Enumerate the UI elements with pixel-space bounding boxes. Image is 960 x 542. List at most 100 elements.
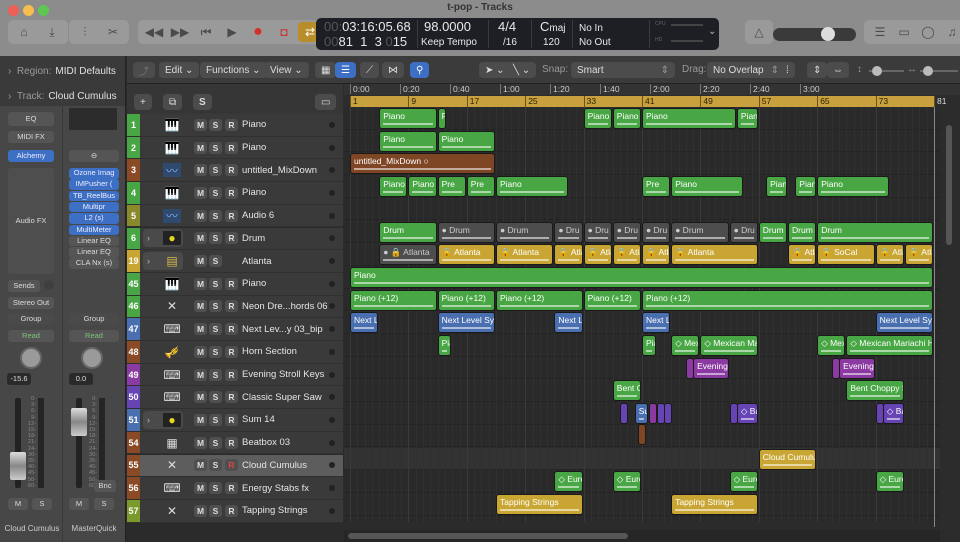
region[interactable]: ● Drum xyxy=(496,221,554,243)
region[interactable]: 🔒 Atla xyxy=(554,244,583,266)
track-header[interactable]: 5 〰 M S R Audio 6 xyxy=(127,204,343,228)
solo-button[interactable]: S xyxy=(209,345,222,358)
region[interactable]: Drum xyxy=(379,221,437,243)
bounce-button[interactable]: Bnc xyxy=(94,480,116,492)
plugin-slot[interactable]: CLA Nx (s) xyxy=(69,258,119,269)
region[interactable]: 🔒 Atlanta xyxy=(496,244,554,266)
track-name[interactable]: Energy Stabs fx xyxy=(242,483,309,494)
track-header[interactable]: 46 ✕ M S R Neon Dre...hords 06 xyxy=(127,295,343,319)
track-name[interactable]: Evening Stroll Keys xyxy=(242,369,324,380)
track-name[interactable]: Horn Section xyxy=(242,346,297,357)
solo-button[interactable]: S xyxy=(209,232,222,245)
volume-fader-handle[interactable] xyxy=(10,452,26,480)
instrument-slot[interactable]: Alchemy xyxy=(8,150,54,162)
region[interactable]: Piano xyxy=(671,176,744,198)
mute-button[interactable]: M xyxy=(194,459,207,472)
add-track-button[interactable]: + xyxy=(134,94,152,110)
metronome-icon[interactable]: △ xyxy=(747,22,771,42)
play-icon[interactable]: ▶ xyxy=(220,22,244,42)
solo-button[interactable]: S xyxy=(209,391,222,404)
horizontal-zoom-slider[interactable] xyxy=(920,66,958,76)
chevron-down-icon[interactable]: ⌄ xyxy=(708,26,716,37)
mute-button[interactable]: M xyxy=(194,436,207,449)
mute-button[interactable]: M xyxy=(8,498,28,510)
region[interactable]: Next L xyxy=(642,312,671,334)
track-header[interactable]: 4 🎹 M S R Piano xyxy=(127,182,343,205)
region[interactable]: ● Drum xyxy=(437,221,495,243)
master-volume-knob[interactable] xyxy=(821,27,836,41)
region[interactable]: Pia xyxy=(437,335,452,356)
horizontal-zoom-fit-icon[interactable]: ⇔ xyxy=(827,62,849,78)
volume-readout[interactable]: -15.6 xyxy=(7,373,31,385)
region[interactable]: Drum xyxy=(817,221,933,243)
record-enable-button[interactable]: R xyxy=(225,141,238,154)
region[interactable]: Pian xyxy=(795,176,817,198)
region[interactable]: ◇ Bail xyxy=(882,403,904,425)
view-menu[interactable]: View ⌄ xyxy=(264,62,309,78)
region[interactable]: Piano xyxy=(642,108,736,129)
track-name[interactable]: Neon Dre...hords 06 xyxy=(242,301,328,312)
region[interactable]: Piano (+12) xyxy=(350,289,437,311)
track-header[interactable]: 2 🎹 M S R Piano xyxy=(127,136,343,160)
region[interactable]: Bent Choppy S xyxy=(846,380,904,402)
record-enable-button[interactable]: R xyxy=(225,482,238,495)
region[interactable]: Piano xyxy=(379,176,408,198)
record-enable-button[interactable]: R xyxy=(225,413,238,426)
plugin-slot[interactable]: Linear EQ xyxy=(69,247,119,258)
region[interactable]: 🔒 Atla xyxy=(583,244,612,266)
list-view-icon[interactable]: ☰ xyxy=(335,62,356,78)
solo-button[interactable]: S xyxy=(209,436,222,449)
record-icon[interactable]: ● xyxy=(246,22,270,42)
track-header[interactable]: 56 ⌨ M S R Energy Stabs fx xyxy=(127,477,343,500)
region[interactable]: ◇ Euro xyxy=(875,471,904,493)
region[interactable]: 🔒 SoCal xyxy=(817,244,875,266)
region[interactable]: Evening Str xyxy=(693,357,729,379)
track-header[interactable]: 55 ✕ M S R Cloud Cumulus xyxy=(127,454,343,478)
record-enable-button[interactable]: R xyxy=(225,323,238,336)
solo-button[interactable]: S xyxy=(209,186,222,199)
master-volume-slider[interactable] xyxy=(773,27,856,41)
region[interactable] xyxy=(638,424,647,446)
volume-readout[interactable]: 0.0 xyxy=(69,373,93,385)
solo-button[interactable]: S xyxy=(209,482,222,495)
region[interactable] xyxy=(663,403,672,425)
region[interactable]: ● Dru xyxy=(583,221,612,243)
track-name[interactable]: Sum 14 xyxy=(242,414,275,425)
track-name[interactable]: Drum xyxy=(242,233,265,244)
region[interactable]: Next Level Synt xyxy=(437,312,495,334)
disclosure-chevron-icon[interactable]: › xyxy=(147,256,150,266)
region[interactable]: Piano xyxy=(350,266,933,288)
solo-button[interactable]: S xyxy=(209,277,222,290)
record-enable-button[interactable]: R xyxy=(225,391,238,404)
region[interactable]: 🔒 Atlanta xyxy=(437,244,495,266)
region[interactable]: Bent C xyxy=(612,380,641,402)
region[interactable]: Piano xyxy=(612,108,641,129)
record-enable-button[interactable]: R xyxy=(225,436,238,449)
region[interactable]: Piano xyxy=(583,108,612,129)
sends-slot[interactable]: Sends xyxy=(8,280,40,292)
waveform-zoom-icon[interactable]: ⁞ xyxy=(780,62,795,78)
eq-slot[interactable]: EQ xyxy=(8,112,54,126)
pointer-tool-menu[interactable]: ➤ ⌄ xyxy=(479,62,511,78)
region[interactable]: Pia xyxy=(437,108,446,129)
region[interactable]: Drum xyxy=(758,221,787,243)
horizontal-scrollbar[interactable] xyxy=(344,530,940,542)
lcd-display[interactable]: 00:03:16:05.68 0081 1 3 015 98.0000 Keep… xyxy=(316,18,719,50)
region[interactable]: 🔒 Atlanta xyxy=(671,244,758,266)
record-enable-button[interactable]: R xyxy=(225,277,238,290)
region[interactable]: ● Dru xyxy=(554,221,583,243)
mute-button[interactable]: M xyxy=(194,186,207,199)
drag-select[interactable]: No Overlap ⇕ xyxy=(707,62,785,78)
region[interactable]: Piano xyxy=(817,176,890,198)
track-header[interactable]: 3 〰 M S Runtitled_MixDown xyxy=(127,159,343,183)
region[interactable]: ◇ Bail xyxy=(736,403,758,425)
mute-button[interactable]: M xyxy=(194,141,207,154)
record-enable-button[interactable]: R xyxy=(225,504,238,517)
flex-icon[interactable]: ⋈ xyxy=(382,62,404,78)
playhead[interactable] xyxy=(934,107,935,527)
mute-button[interactable]: M xyxy=(194,300,207,313)
pan-knob[interactable] xyxy=(20,347,42,369)
pan-knob[interactable] xyxy=(81,347,103,369)
record-enable-button[interactable]: R xyxy=(225,164,238,177)
inbox-icon[interactable]: ⌂ xyxy=(12,22,36,42)
